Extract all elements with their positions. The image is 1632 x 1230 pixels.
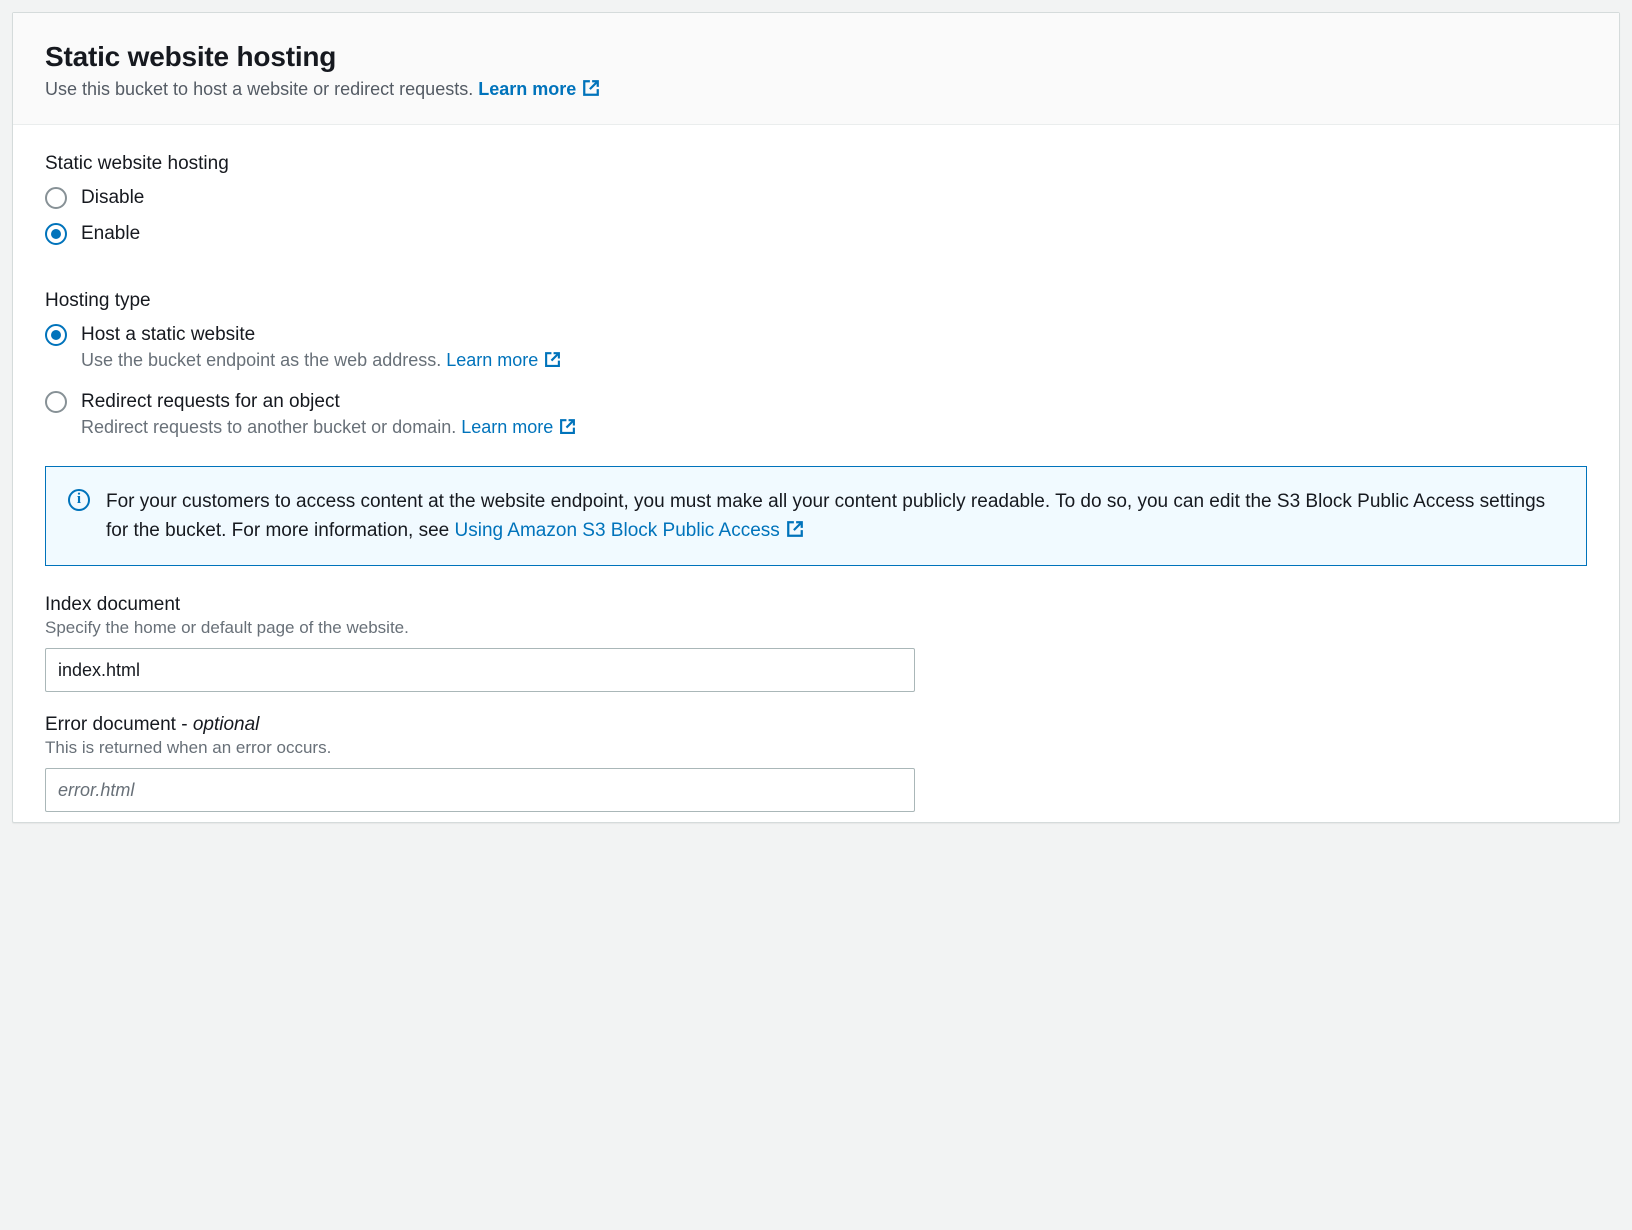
card-title: Static website hosting	[45, 41, 1587, 73]
static-website-hosting-card: Static website hosting Use this bucket t…	[12, 12, 1620, 823]
external-link-icon	[786, 520, 804, 538]
public-access-info-box: i For your customers to access content a…	[45, 466, 1587, 567]
radio-disable-label: Disable	[81, 185, 144, 211]
info-icon: i	[68, 489, 90, 511]
index-document-field: Index document Specify the home or defau…	[45, 594, 1587, 692]
radio-disable[interactable]	[45, 187, 67, 209]
radio-enable[interactable]	[45, 223, 67, 245]
error-document-label: Error document - optional	[45, 714, 1587, 736]
external-link-icon	[544, 351, 561, 368]
radio-enable-label: Enable	[81, 221, 140, 247]
error-document-field: Error document - optional This is return…	[45, 714, 1587, 812]
radio-row-redirect[interactable]: Redirect requests for an object Redirect…	[45, 389, 1587, 438]
radio-row-enable[interactable]: Enable	[45, 221, 1587, 247]
hosting-toggle-label: Static website hosting	[45, 153, 1587, 175]
radio-host-static-title: Host a static website	[81, 322, 561, 348]
error-document-desc: This is returned when an error occurs.	[45, 738, 1587, 758]
external-link-icon	[582, 79, 600, 97]
info-text: For your customers to access content at …	[106, 487, 1564, 546]
index-document-label: Index document	[45, 594, 1587, 616]
block-public-access-link[interactable]: Using Amazon S3 Block Public Access	[455, 520, 804, 541]
radio-redirect-sub: Redirect requests to another bucket or d…	[81, 417, 576, 438]
hosting-type-label: Hosting type	[45, 290, 1587, 312]
card-description-text: Use this bucket to host a website or red…	[45, 79, 473, 99]
learn-more-link-redirect[interactable]: Learn more	[461, 417, 576, 437]
index-document-input[interactable]	[45, 648, 915, 692]
radio-host-static[interactable]	[45, 324, 67, 346]
card-header: Static website hosting Use this bucket t…	[13, 13, 1619, 125]
external-link-icon	[559, 418, 576, 435]
error-document-input[interactable]	[45, 768, 915, 812]
radio-redirect[interactable]	[45, 391, 67, 413]
learn-more-link-header[interactable]: Learn more	[478, 79, 600, 99]
index-document-desc: Specify the home or default page of the …	[45, 618, 1587, 638]
radio-host-static-sub: Use the bucket endpoint as the web addre…	[81, 350, 561, 371]
radio-row-disable[interactable]: Disable	[45, 185, 1587, 211]
learn-more-link-static[interactable]: Learn more	[446, 350, 561, 370]
card-description: Use this bucket to host a website or red…	[45, 79, 1587, 100]
radio-redirect-title: Redirect requests for an object	[81, 389, 576, 415]
radio-row-host-static[interactable]: Host a static website Use the bucket end…	[45, 322, 1587, 371]
